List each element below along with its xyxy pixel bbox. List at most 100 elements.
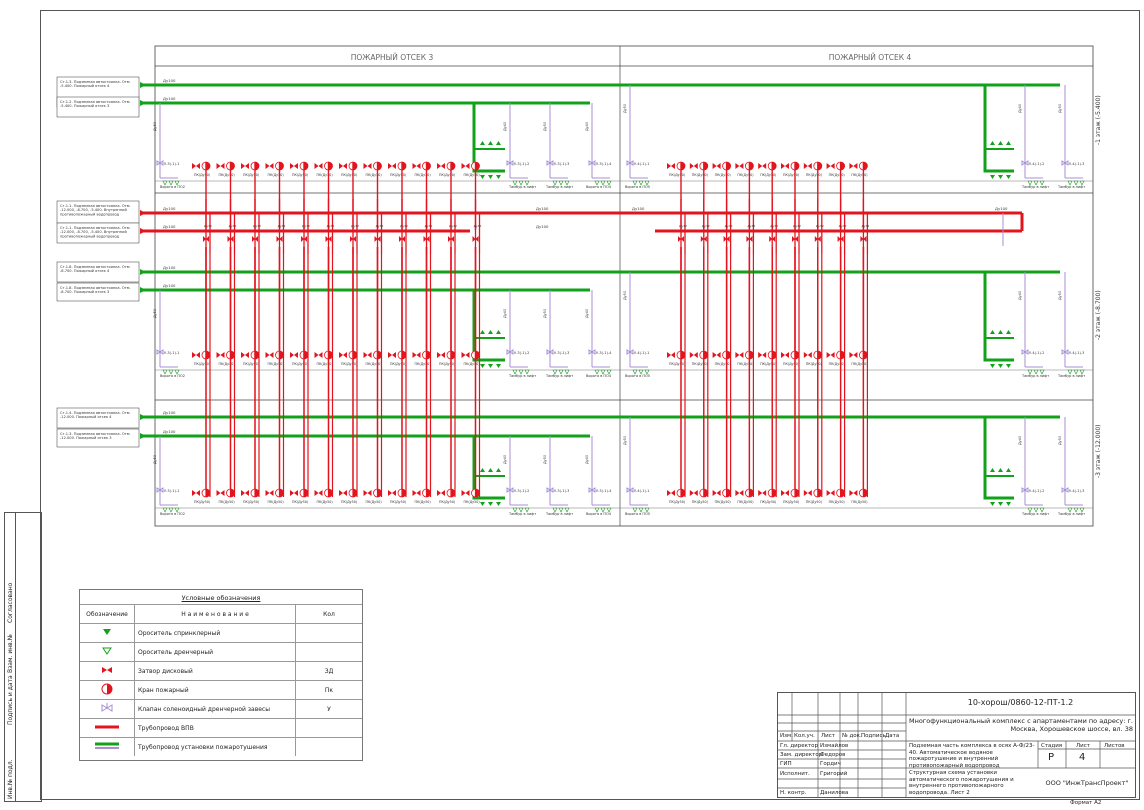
pipe-label: Ду100 — [536, 224, 549, 229]
pipe-label: Ду50 — [543, 455, 547, 464]
valve-label: У-3(-1)-1 — [164, 351, 179, 355]
butterfly-valve-icon — [412, 352, 417, 358]
pipe-label: Ду32 — [253, 224, 261, 228]
butterfly-valve-icon — [693, 163, 698, 169]
hydrant-label: ПК(Ду50) — [366, 500, 382, 504]
butterfly-valve-icon — [716, 352, 721, 358]
butterfly-valve-icon — [392, 352, 396, 358]
col-list: Лист — [821, 733, 835, 739]
hydrant-label: ПК(Ду50) — [692, 173, 708, 177]
sprinkler-icon — [488, 468, 493, 472]
pipe-label: Ду100 — [995, 206, 1008, 211]
hydrant-label: ПК(Ду50) — [669, 173, 685, 177]
sprinkler-icon — [496, 330, 501, 334]
hydrant-label: ПК(Ду50) — [366, 362, 382, 366]
pipe-label: Ду40 — [503, 455, 507, 464]
butterfly-valve-icon — [762, 490, 767, 496]
pipe-label: Ду40 — [1018, 436, 1022, 445]
sprinkler-icon — [998, 502, 1003, 506]
caption: Тамбур в лифт — [508, 185, 536, 189]
butterfly-valve-icon — [416, 352, 421, 358]
floor-label: -1 этаж (-5.400) — [1095, 95, 1102, 145]
hydrant-label: ПК(Ду50) — [464, 362, 480, 366]
pipe-label: Ду100 — [632, 206, 645, 211]
hydrant-label: ПК(Ду50) — [341, 500, 357, 504]
sheets-header: Листов — [1104, 743, 1125, 749]
role: Исполнит. — [780, 771, 810, 777]
pipe-label: Ду50 — [1058, 104, 1062, 113]
pipe-label: Ду32 — [861, 224, 869, 228]
sprinkler-icon — [480, 468, 485, 472]
hydrant-label: ПК(Ду50) — [366, 173, 382, 177]
pipe-label: Ду100 — [163, 206, 176, 211]
butterfly-valve-icon — [318, 490, 323, 496]
hydrant-label: ПК(Ду50) — [390, 500, 406, 504]
butterfly-valve-icon — [461, 352, 466, 358]
butterfly-valve-icon — [367, 163, 372, 169]
butterfly-valve-icon — [667, 352, 671, 358]
butterfly-valve-icon — [220, 163, 225, 169]
butterfly-valve-icon — [758, 352, 763, 358]
schematic-box — [154, 45, 1094, 527]
legend-title: Условные обозначения — [181, 594, 261, 602]
butterfly-valve-icon — [735, 163, 740, 169]
side-stamp-agreed: Согласовано — [7, 582, 14, 623]
sprinkler-icon — [1006, 502, 1011, 506]
legend-row-qty: У — [295, 699, 362, 719]
pipe-label: Ду32 — [400, 224, 408, 228]
butterfly-valve-icon — [265, 490, 270, 496]
pipe-label: Ду40 — [1018, 291, 1022, 300]
green-riser — [983, 272, 1014, 362]
legend-row-qty — [295, 718, 362, 738]
role-name: Измайлов — [820, 743, 849, 749]
caption: Ворота в ПО2 — [160, 512, 185, 516]
sprinkler-icon — [990, 141, 995, 145]
butterfly-valve-icon — [739, 163, 744, 169]
butterfly-valve-icon — [412, 490, 417, 496]
side-stamp-sign: Подпись и дата — [7, 675, 14, 725]
sprinkler-icon — [480, 175, 485, 179]
butterfly-valve-icon — [465, 352, 470, 358]
sheet-value: 4 — [1079, 752, 1086, 763]
butterfly-valve-icon — [689, 163, 694, 169]
role-name: Гордич — [820, 761, 841, 767]
caption: Тамбур в лифт — [545, 185, 573, 189]
hydrant-label: ПК(Ду50) — [439, 500, 455, 504]
butterfly-valve-icon — [716, 490, 721, 496]
sprinkler-icon — [488, 175, 493, 179]
butterfly-valve-icon — [363, 163, 368, 169]
hydrant-label: ПК(Ду50) — [851, 500, 867, 504]
butterfly-valve-icon — [671, 163, 675, 169]
hydrant-label: ПК(Ду50) — [439, 173, 455, 177]
sprinkler-icon — [1006, 364, 1011, 368]
butterfly-valve-icon — [363, 352, 368, 358]
hydrant-label: ПК(Ду50) — [268, 500, 284, 504]
butterfly-valve-icon — [192, 490, 196, 496]
caption: Тамбур в лифт — [1057, 185, 1085, 189]
butterfly-valve-icon — [758, 490, 763, 496]
role-name: Федоров — [820, 752, 846, 758]
butterfly-valve-icon — [712, 490, 717, 496]
pipe-label: Ду100 — [163, 410, 176, 415]
arrow-icon — [140, 210, 146, 216]
drencher-icon — [80, 642, 135, 662]
hydrant-label: ПК(Ду50) — [317, 500, 333, 504]
pipe-label: Ду32 — [351, 224, 359, 228]
valve-label: У-3(-1)-3 — [554, 162, 569, 166]
arrow-icon — [140, 228, 146, 234]
butterfly-valve-icon — [241, 490, 245, 496]
hydrant-label: ПК(Ду50) — [268, 173, 284, 177]
hydrant-label: ПК(Ду50) — [390, 173, 406, 177]
legend-col-name: Н а и м е н о в а н и е — [134, 604, 296, 624]
butterfly-valve-icon — [318, 163, 323, 169]
pipe-label: Ду32 — [449, 224, 457, 228]
butterfly-valve-icon — [712, 352, 717, 358]
title-block: 10-хорош/0860-12-ПТ-1.2 Многофункциональ… — [777, 692, 1136, 798]
side-stamp-vzam: Взам. инв.№ — [7, 634, 14, 673]
pipe-label: Ду50 — [623, 291, 627, 300]
butterfly-valve-icon — [853, 163, 858, 169]
sprinkler-icon — [998, 468, 1003, 472]
zone4-header: ПОЖАРНЫЙ ОТСЕК 4 — [829, 53, 912, 62]
legend-row-qty — [295, 623, 362, 643]
butterfly-valve-icon — [830, 490, 835, 496]
